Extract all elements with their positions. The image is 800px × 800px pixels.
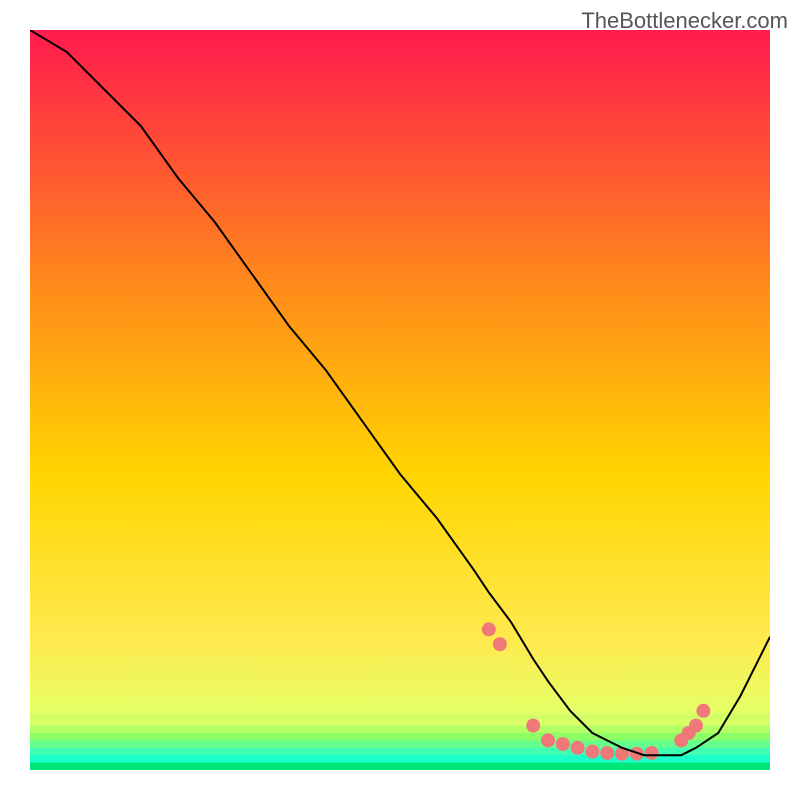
- highlight-dot: [645, 746, 659, 760]
- highlight-dot: [600, 746, 614, 760]
- plot-area: [30, 30, 770, 770]
- highlight-dot: [493, 637, 507, 651]
- highlight-dot: [482, 622, 496, 636]
- color-band: [30, 718, 770, 726]
- highlight-dot: [571, 741, 585, 755]
- highlight-dot: [556, 737, 570, 751]
- highlight-dot: [585, 745, 599, 759]
- highlight-dot: [696, 704, 710, 718]
- color-band: [30, 763, 770, 770]
- chart-svg: [30, 30, 770, 770]
- color-band: [30, 726, 770, 734]
- watermark-text: TheBottlenecker.com: [581, 8, 788, 34]
- gradient-background: [30, 30, 770, 770]
- highlight-dot: [541, 733, 555, 747]
- bottom-band-group: [30, 718, 770, 770]
- highlight-dot: [689, 719, 703, 733]
- color-band: [30, 733, 770, 741]
- highlight-dot: [526, 719, 540, 733]
- chart-container: TheBottlenecker.com: [0, 0, 800, 800]
- color-band: [30, 755, 770, 763]
- color-band: [30, 740, 770, 748]
